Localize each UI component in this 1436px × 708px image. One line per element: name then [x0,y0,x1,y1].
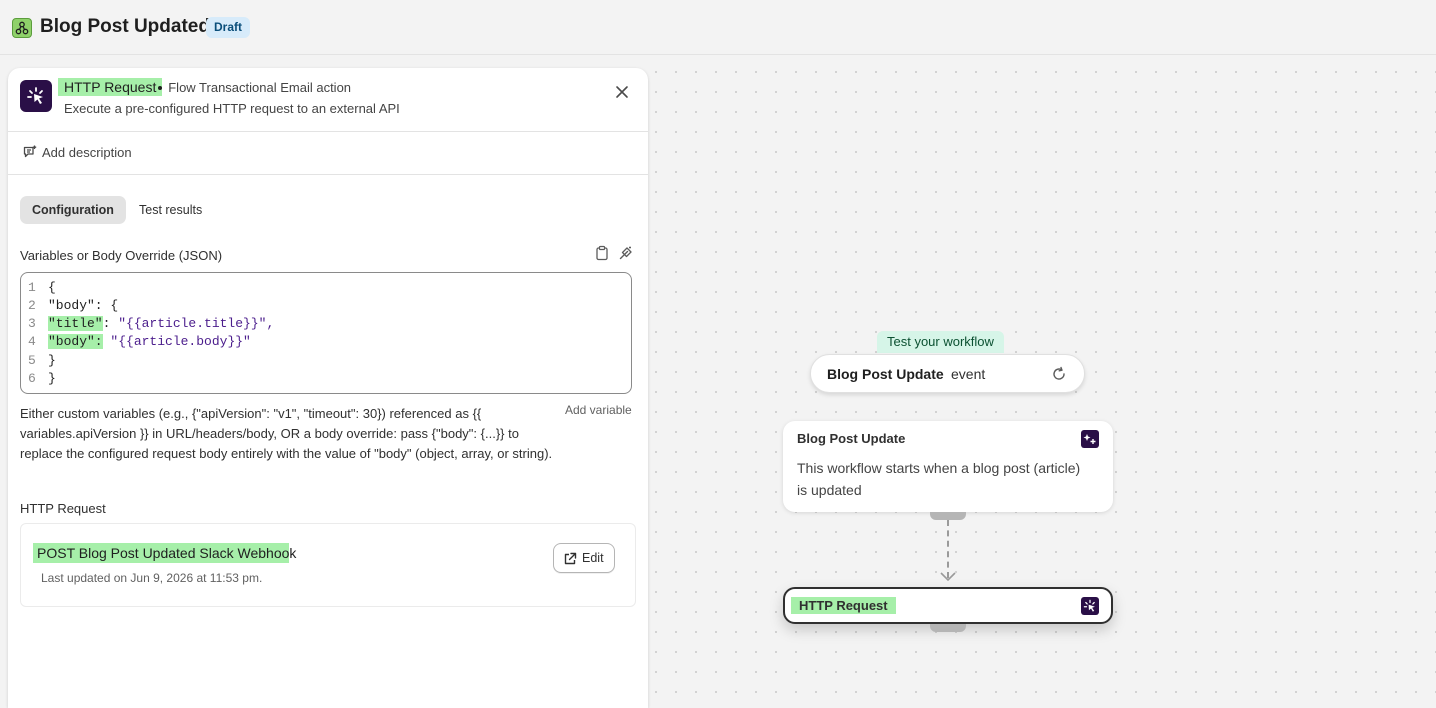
edit-button[interactable]: Edit [553,543,615,573]
workflow-icon [12,18,32,38]
line-text: } [48,353,56,368]
action-name: HTTP Request [58,78,163,96]
add-description-label: Add description [42,145,132,160]
http-request-section-label: HTTP Request [20,501,106,516]
external-link-icon [564,552,577,565]
magic-wand-icon[interactable] [618,245,634,266]
line-text: } [48,371,56,386]
line-number: 2 [28,298,36,313]
json-field-label: Variables or Body Override (JSON) [20,248,223,263]
line-text: "title": "{{article.title}}", [48,315,274,333]
status-badge: Draft [206,17,251,38]
trigger-node[interactable]: Blog Post Update This workflow starts wh… [783,421,1113,512]
add-variable-link[interactable]: Add variable [565,403,632,417]
json-value: "{{article.title}}", [118,316,275,331]
trigger-suffix: event [951,366,986,382]
http-request-node-title: HTTP Request [791,597,896,614]
line-text: "body": "{{article.body}}" [48,333,251,351]
action-title: HTTP Request Flow Transactional Email ac… [58,78,352,96]
http-request-node-icon [1081,597,1099,615]
action-description: Execute a pre-configured HTTP request to… [64,101,400,116]
request-last-updated: Last updated on Jun 9, 2026 at 11:53 pm. [41,571,263,585]
json-help-text: Either custom variables (e.g., {"apiVers… [20,406,553,461]
tab-configuration[interactable]: Configuration [20,196,126,224]
connector-arrow-icon [940,572,956,582]
tab-test-results[interactable]: Test results [127,196,214,224]
trigger-node-description: This workflow starts when a blog post (a… [797,460,1081,498]
action-config-panel: HTTP Request Flow Transactional Email ac… [8,68,648,708]
line-text: { [48,280,56,295]
trigger-event-pill[interactable]: Blog Post Update event [810,354,1085,393]
add-description-button[interactable]: Add description [8,132,648,175]
http-request-icon [20,80,52,112]
http-request-node[interactable]: HTTP Request [783,587,1113,624]
json-editor[interactable]: 1 { 2 "body": { 3 "title": "{{article.title… [20,272,632,394]
json-value: "{{article.body}}" [110,334,251,349]
line-text: "body": { [48,298,119,313]
json-separator: : [102,316,119,331]
refresh-icon[interactable] [1051,366,1067,387]
edit-button-label: Edit [582,551,604,565]
clipboard-icon[interactable] [595,245,609,266]
line-number: 3 [28,316,36,331]
comment-icon [22,144,38,165]
http-request-card: POST Blog Post Updated Slack Webhook Las… [20,523,636,607]
request-name: POST Blog Post Updated Slack Webhook [33,543,297,563]
line-number: 5 [28,353,36,368]
test-workflow-label: Test your workflow [877,331,1004,353]
line-number: 1 [28,280,36,295]
line-number: 6 [28,371,36,386]
connector-handle[interactable] [930,512,966,520]
json-key: "title" [48,316,103,331]
close-icon[interactable] [614,84,630,100]
panel-header: HTTP Request Flow Transactional Email ac… [8,68,648,132]
connector-handle[interactable] [930,624,966,632]
trigger-node-title: Blog Post Update [797,431,906,446]
request-name-highlighted: POST Blog Post Updated Slack Webhoo [33,543,290,563]
trigger-sparkle-icon [1081,430,1099,448]
top-bar: Blog Post Updated Draft [0,0,1436,55]
line-number: 4 [28,334,36,349]
page-title: Blog Post Updated [40,16,210,37]
request-name-rest: k [289,545,297,561]
action-subtitle: Flow Transactional Email action [168,80,352,95]
json-key: "body": [48,334,103,349]
trigger-name: Blog Post Update [827,366,944,382]
